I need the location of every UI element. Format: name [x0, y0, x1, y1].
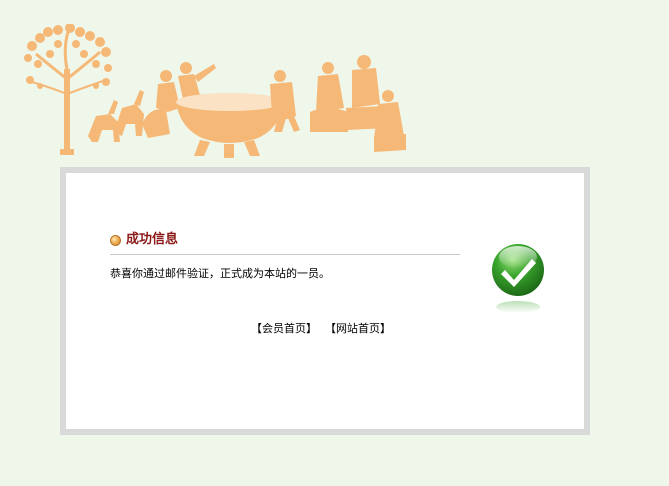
nav-links: 【会员首页】 【网站首页】	[251, 321, 391, 337]
panel-title: 成功信息	[126, 232, 179, 247]
green-checkmark-icon	[491, 243, 549, 315]
bullet-icon	[110, 234, 121, 246]
header-banner	[18, 23, 413, 164]
site-home-link[interactable]: 【网站首页】	[325, 322, 391, 335]
panel-title-row: 成功信息	[110, 230, 178, 250]
message-panel-border: 成功信息 恭喜你通过邮件验证，正式成为本站的一员。 【会员首页】 【网站首页】	[60, 167, 590, 435]
member-home-link[interactable]: 【会员首页】	[251, 322, 317, 335]
message-panel: 成功信息 恭喜你通过邮件验证，正式成为本站的一员。 【会员首页】 【网站首页】	[66, 173, 584, 429]
title-divider	[110, 254, 460, 255]
banner-illustration	[24, 23, 406, 158]
success-message: 恭喜你通过邮件验证，正式成为本站的一员。	[110, 267, 330, 280]
